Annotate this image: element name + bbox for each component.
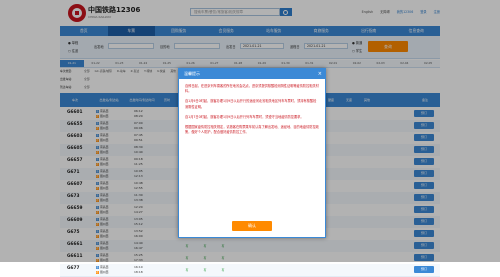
train-number[interactable]: G677 [67, 266, 80, 271]
close-icon[interactable]: × [318, 69, 322, 79]
to-station: 终赣州西 [96, 270, 108, 274]
table-row: G677 始南昌西 终赣州西 16:10 18:18 有有有预订 [60, 264, 440, 277]
book-button[interactable]: 预订 [414, 266, 434, 273]
notice-dialog-body: 自即日起，在进京列车乘客的所在地省会站点，进京须提供核酸检测阴性证明等疫情防控相… [185, 84, 319, 140]
notice-paragraph: 自1月7日0时起，旅客办理1月9日以后开行列车车票时，须遵守当地疫情防控要求。 [185, 114, 304, 119]
notice-dialog: 温馨提示 × 自即日起，在进京列车乘客的所在地省会站点，进京须提供核酸检测阴性证… [178, 68, 326, 238]
depart-time: 16:10 [134, 265, 143, 269]
seat-availability: 有 [185, 268, 189, 272]
notice-dialog-header: 温馨提示 × [179, 69, 325, 79]
seat-availability: 有 [221, 268, 225, 272]
to-station-name: 赣州西 [100, 270, 109, 274]
notice-paragraph: 自即日起，在进京列车乘客的所在地省会站点，进京须提供核酸检测阴性证明等疫情防控相… [185, 84, 319, 94]
arrive-time: 18:18 [134, 270, 143, 274]
end-badge-icon: 终 [96, 271, 99, 274]
confirm-button[interactable]: 确认 [232, 221, 272, 231]
notice-paragraph: 根据国家疫情防控相关规定，请旅客在购票乘车前认真了解出发地、途经地、目的地疫情防… [185, 125, 319, 135]
from-station-name: 南昌西 [100, 265, 109, 269]
notice-dialog-title: 温馨提示 [184, 71, 200, 76]
seat-availability: 有 [203, 268, 207, 272]
from-station: 始南昌西 [96, 265, 108, 269]
start-badge-icon: 始 [96, 266, 99, 269]
notice-paragraph: 自1月9日0时起，旅客办理1月9日以后开行的途经河北省相关地区列车车票时，须持有… [185, 99, 317, 109]
